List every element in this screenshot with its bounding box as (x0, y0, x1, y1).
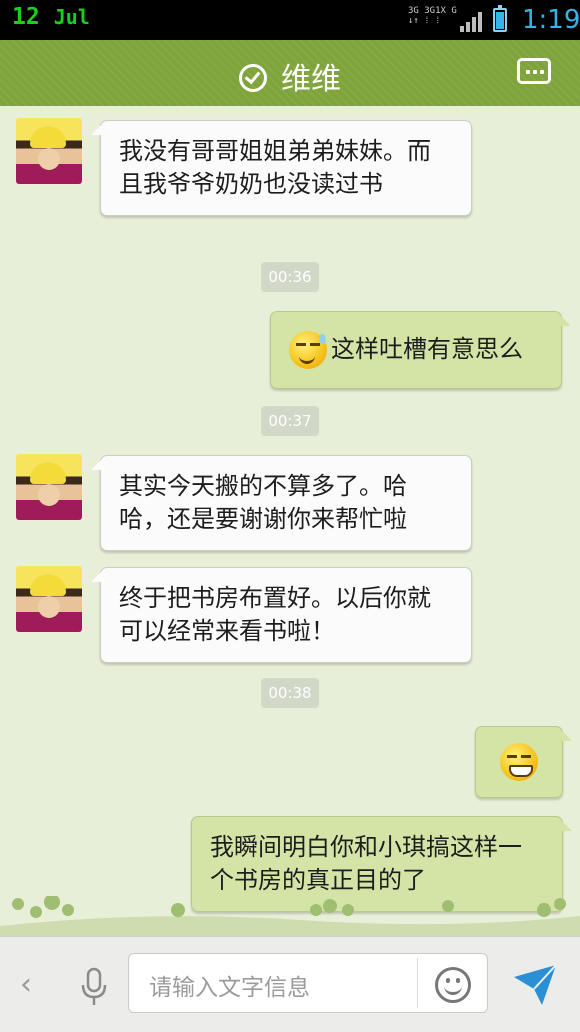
chat-menu-icon[interactable] (517, 58, 551, 84)
background-scenery (0, 896, 580, 936)
message-bubble-incoming[interactable]: 我没有哥哥姐姐弟弟妹妹。而且我爷爷奶奶也没读过书 (91, 120, 472, 216)
timestamp: 00:38 (261, 678, 319, 708)
status-date: 12 Jul (12, 4, 90, 30)
message-text: 这样吐槽有意思么 (331, 335, 523, 363)
input-placeholder: 请输入文字信息 (149, 975, 310, 1001)
input-bar: ‹ 请输入文字信息 (0, 936, 580, 1032)
message-list[interactable]: 我没有哥哥姐姐弟弟妹妹。而且我爷爷奶奶也没读过书 00:36 这样吐槽有意思么 … (0, 106, 580, 936)
contact-avatar[interactable] (16, 566, 82, 632)
smiley-icon[interactable] (435, 967, 471, 1003)
message-text: 我没有哥哥姐姐弟弟妹妹。而且我爷爷奶奶也没读过书 (119, 137, 431, 198)
contact-avatar[interactable] (16, 454, 82, 520)
chat-header: 维维 (0, 40, 580, 112)
send-arrow-icon[interactable] (512, 963, 558, 1007)
message-input[interactable]: 请输入文字信息 (128, 953, 488, 1013)
message-bubble-incoming[interactable]: 其实今天搬的不算多了。哈哈，还是要谢谢你来帮忙啦 (91, 455, 472, 551)
chevron-left-icon[interactable]: ‹ (20, 967, 32, 1002)
timestamp: 00:37 (261, 406, 319, 436)
network-type-icon: 3G 3G1X G ↓↑ ⁞ ⁞ (408, 6, 457, 26)
status-bar: 12 Jul 3G 3G1X G ↓↑ ⁞ ⁞ 1:19 (0, 0, 580, 40)
battery-icon (493, 5, 507, 32)
status-day: 12 (12, 4, 40, 30)
status-month: Jul (53, 5, 90, 29)
message-bubble-outgoing[interactable]: 这样吐槽有意思么 (270, 311, 571, 389)
check-circle-icon (239, 63, 267, 92)
message-bubble-incoming[interactable]: 终于把书房布置好。以后你就可以经常来看书啦！ (91, 567, 472, 663)
message-text: 终于把书房布置好。以后你就可以经常来看书啦！ (119, 584, 431, 645)
timestamp: 00:36 (261, 262, 319, 292)
microphone-icon[interactable] (80, 967, 108, 1007)
message-text: 其实今天搬的不算多了。哈哈，还是要谢谢你来帮忙啦 (119, 472, 407, 533)
contact-avatar[interactable] (16, 118, 82, 184)
message-bubble-outgoing[interactable] (475, 726, 572, 798)
grin-emoji-icon (500, 743, 538, 781)
sweat-emoji-icon (289, 331, 327, 369)
chat-title: 维维 (281, 62, 341, 97)
network-label: 3G 3G1X G (408, 6, 457, 16)
message-text: 我瞬间明白你和小琪搞这样一个书房的真正目的了 (210, 833, 522, 894)
signal-strength-icon (460, 10, 484, 32)
input-divider (417, 958, 418, 1008)
network-arrows: ↓↑ ⁞ ⁞ (408, 16, 441, 26)
status-time: 1:19 (522, 5, 580, 35)
